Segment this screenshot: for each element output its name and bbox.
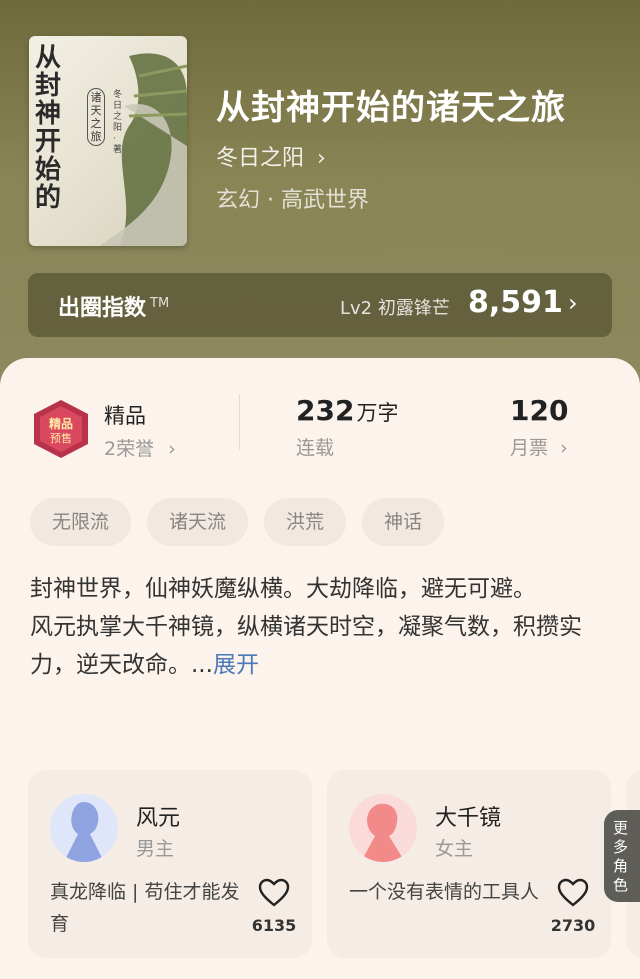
heart-icon[interactable] [258, 878, 290, 908]
genre-label: 玄幻 · 高武世界 [216, 188, 369, 213]
honor-link[interactable]: 2荣誉 › [104, 434, 176, 461]
character-name: 风元 [136, 806, 181, 831]
serial-status: 连载 [296, 437, 335, 459]
book-cover[interactable]: 从封神开始的 诸天之旅 冬日之阳 · 著 [29, 36, 187, 246]
honor-badge-icon: 精品 预售 [34, 400, 88, 458]
honor-name: 精品 [104, 404, 146, 428]
character-description: 一个没有表情的工具人 [349, 881, 540, 903]
word-count-stat: 232万字 连载 [296, 394, 398, 460]
description-line: 封神世界，仙神妖魔纵横。大劫降临，避无可避。 [30, 576, 536, 602]
character-role: 男主 [136, 838, 175, 860]
expand-link[interactable]: 展开 [213, 652, 259, 678]
svg-text:预售: 预售 [50, 431, 72, 445]
word-count-number: 232 [296, 394, 355, 427]
like-count: 6135 [251, 916, 297, 935]
book-title: 从封神开始的诸天之旅 [216, 88, 566, 128]
character-role: 女主 [435, 838, 474, 860]
word-count-unit: 万字 [356, 401, 399, 425]
character-description: 真龙降临 | 苟住才能发育 [50, 881, 240, 935]
chevron-right-icon: › [560, 437, 568, 459]
character-name: 大千镜 [435, 806, 502, 831]
tag-chip[interactable]: 诸天流 [147, 498, 249, 546]
chuquan-level: Lv2 初露锋芒 [340, 298, 450, 319]
tag-chip[interactable]: 无限流 [30, 498, 132, 546]
description-line: 风元执掌大千神镜，纵横诸天时空，凝聚气数，积攒实力，逆天改命。...展开 [30, 614, 582, 678]
character-card[interactable]: 大千镜 女主 一个没有表情的工具人 2730 [327, 770, 611, 958]
chevron-right-icon: › [568, 289, 578, 317]
honor-count: 2荣誉 [104, 438, 155, 460]
cover-author: 冬日之阳 · 著 [113, 90, 123, 155]
chevron-right-icon: › [317, 146, 326, 171]
chuquan-label: 出圈指数 TM [58, 295, 170, 321]
character-portrait-icon [50, 794, 118, 862]
svg-text:精品: 精品 [49, 416, 73, 431]
cover-subtitle: 诸天之旅 [87, 88, 105, 146]
cover-title: 从封神开始的 [35, 43, 62, 213]
divider [239, 394, 240, 450]
tag-chip[interactable]: 洪荒 [264, 498, 347, 546]
like-count: 2730 [550, 916, 596, 935]
chevron-right-icon: › [168, 438, 176, 460]
author-link[interactable]: 冬日之阳 › [216, 140, 326, 172]
tag-list: 无限流 诸天流 洪荒 神话 [30, 498, 445, 546]
character-card[interactable]: 风元 男主 真龙降临 | 苟住才能发育 6135 [28, 770, 312, 958]
monthly-ticket-label: 月票 [510, 437, 549, 459]
book-description: 封神世界，仙神妖魔纵横。大劫降临，避无可避。 风元执掌大千神镜，纵横诸天时空，凝… [30, 570, 610, 684]
more-characters-button[interactable]: 更多角色 [604, 810, 640, 902]
author-name: 冬日之阳 [216, 146, 305, 171]
monthly-ticket-stat[interactable]: 120 月票 › [510, 394, 568, 460]
character-avatar [50, 794, 118, 862]
character-portrait-icon [349, 794, 417, 862]
book-detail-panel: 精品 预售 精品 2荣誉 › 232万字 连载 120 月票 › 无限流 诸天流… [0, 358, 640, 979]
heart-icon[interactable] [557, 878, 589, 908]
trademark-mark: TM [150, 295, 170, 311]
monthly-ticket-count: 120 [510, 394, 569, 427]
character-avatar [349, 794, 417, 862]
chuquan-index-bar[interactable]: 出圈指数 TM Lv2 初露锋芒 8,591 › [28, 273, 612, 337]
chuquan-score: 8,591 [468, 285, 563, 320]
book-header: 从封神开始的 诸天之旅 冬日之阳 · 著 从封神开始的诸天之旅 冬日之阳 › 玄… [0, 0, 640, 400]
tag-chip[interactable]: 神话 [362, 498, 445, 546]
